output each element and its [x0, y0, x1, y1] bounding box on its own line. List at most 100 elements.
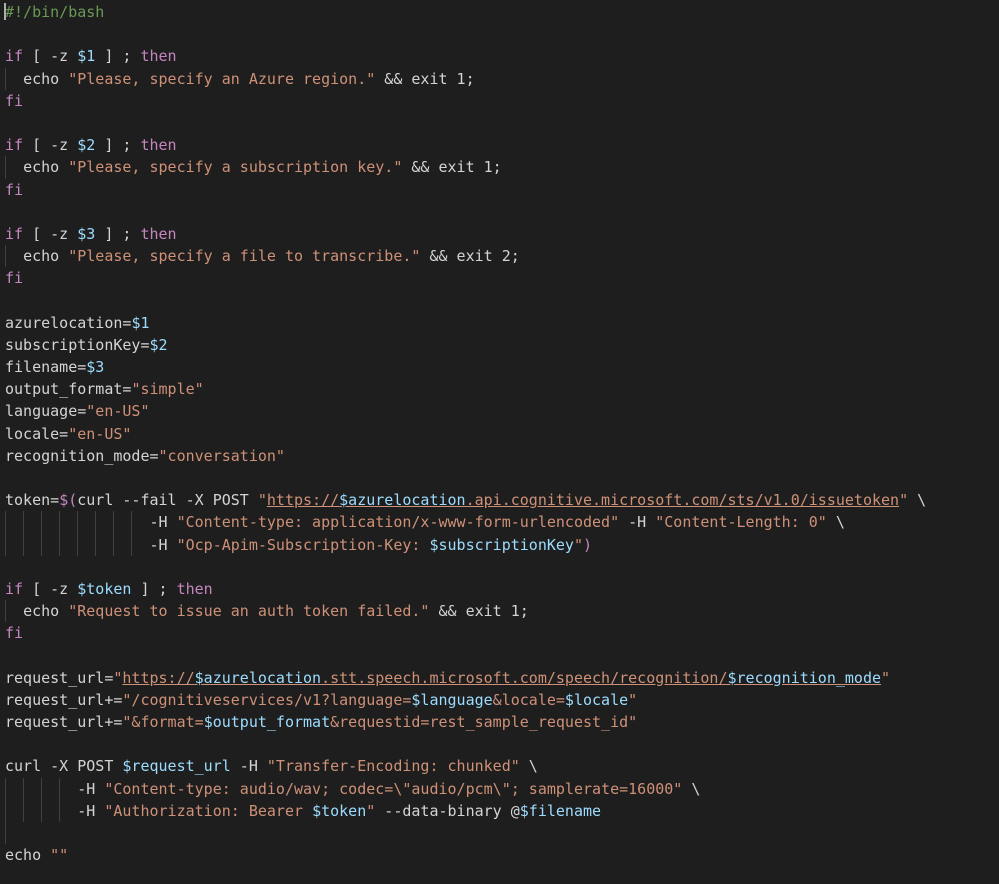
code-token: request_url+=: [5, 713, 123, 731]
code-line[interactable]: ​: [0, 821, 999, 845]
code-line[interactable]: ​: [0, 112, 999, 134]
code-token: "/cognitiveservices/v1?language=: [122, 690, 412, 709]
code-line[interactable]: locale="en-US": [0, 423, 999, 445]
code-token: [ -z: [23, 579, 78, 598]
code-token: [ -z: [23, 47, 78, 66]
indent-guide: [41, 799, 43, 822]
code-token: fi: [5, 91, 24, 110]
code-token: ;: [519, 602, 529, 621]
code-line[interactable]: fi: [0, 90, 999, 112]
code-line[interactable]: fi: [0, 267, 999, 289]
code-token: ] ;: [95, 47, 141, 66]
code-token: -H: [230, 757, 267, 776]
code-token: && exit: [375, 69, 457, 88]
code-token: request_url+=: [5, 690, 123, 709]
code-line[interactable]: request_url+="&format=$output_format&req…: [0, 711, 999, 733]
code-line[interactable]: -H "Ocp-Apim-Subscription-Key: $subscrip…: [0, 533, 999, 556]
code-line[interactable]: ​: [0, 733, 999, 755]
code-line[interactable]: fi: [0, 622, 999, 644]
code-line[interactable]: if [ -z $2 ] ; then: [0, 134, 999, 156]
code-line[interactable]: subscriptionKey=$2: [0, 334, 999, 356]
code-line[interactable]: echo "Please, specify a subscription key…: [0, 156, 999, 179]
code-token: $azurelocation: [339, 491, 466, 510]
code-line[interactable]: azurelocation=$1: [0, 312, 999, 334]
indent-guide: [41, 511, 43, 534]
code-token: -H: [5, 513, 177, 532]
code-token: && exit: [402, 158, 484, 177]
code-line[interactable]: language="en-US": [0, 400, 999, 422]
code-token: "Request to issue an auth token failed.": [68, 602, 430, 621]
code-line[interactable]: -H "Content-type: application/x-www-form…: [0, 511, 999, 534]
code-token: 1: [510, 602, 520, 621]
code-line[interactable]: echo "Please, specify an Azure region." …: [0, 67, 999, 90]
indent-guide: [5, 156, 6, 179]
code-line[interactable]: filename=$3: [0, 356, 999, 378]
code-token: language=: [5, 402, 87, 421]
code-token: then: [140, 224, 177, 243]
indent-guide: [95, 533, 97, 556]
code-line[interactable]: ​: [0, 644, 999, 666]
code-line[interactable]: fi: [0, 179, 999, 201]
code-token: $locale: [564, 690, 629, 709]
code-line[interactable]: if [ -z $1 ] ; then: [0, 45, 999, 67]
code-line[interactable]: if [ -z $token ] ; then: [0, 578, 999, 600]
code-token: -H: [5, 535, 177, 554]
indent-guide: [77, 511, 79, 534]
indent-guide: [5, 67, 6, 90]
code-line[interactable]: curl -X POST $request_url -H "Transfer-E…: [0, 755, 999, 777]
code-line[interactable]: recognition_mode="conversation": [0, 445, 999, 467]
code-line[interactable]: if [ -z $3 ] ; then: [0, 223, 999, 245]
code-line[interactable]: #!/bin/bash: [0, 1, 999, 23]
code-token: if: [5, 136, 24, 155]
code-body[interactable]: #!/bin/bash​if [ -z $1 ] ; then echo "Pl…: [0, 1, 999, 866]
code-token: locale=: [5, 424, 69, 443]
code-token: filename=: [5, 358, 87, 376]
code-token: curl --fail -X POST: [77, 491, 258, 510]
code-token: output_format=: [5, 380, 132, 399]
code-line[interactable]: output_format="simple": [0, 378, 999, 400]
code-token: "Content-type: application/x-www-form-ur…: [176, 513, 620, 532]
indent-guide: [23, 511, 25, 534]
code-token: [ -z: [23, 136, 78, 155]
code-token: https://: [266, 491, 340, 510]
code-line[interactable]: token=$(curl --fail -X POST "https://$az…: [0, 489, 999, 511]
text-cursor: [4, 3, 6, 20]
code-token: && exit: [429, 602, 511, 621]
code-token: #!/bin/bash: [5, 3, 105, 21]
code-token: ] ;: [95, 224, 141, 243]
code-token: $token: [312, 801, 367, 820]
code-editor[interactable]: #!/bin/bash​if [ -z $1 ] ; then echo "Pl…: [0, 0, 999, 884]
code-line[interactable]: echo "Please, specify a file to transcri…: [0, 245, 999, 268]
code-token: "Please, specify a file to transcribe.": [68, 247, 421, 266]
code-token: "": [50, 846, 69, 865]
indent-guide: [41, 777, 43, 800]
code-line[interactable]: -H "Content-type: audio/wav; codec=\"aud…: [0, 777, 999, 800]
code-token: "conversation": [158, 446, 285, 465]
code-token: $(: [59, 491, 78, 510]
code-token: ] ;: [131, 579, 177, 598]
code-line[interactable]: ​: [0, 201, 999, 223]
code-token: ): [583, 535, 593, 554]
code-line[interactable]: ​: [0, 556, 999, 578]
code-line[interactable]: ​: [0, 467, 999, 489]
indent-guide: [131, 533, 133, 556]
code-token: fi: [5, 180, 24, 199]
code-line[interactable]: request_url+="/cognitiveservices/v1?lang…: [0, 689, 999, 711]
code-token: echo: [23, 602, 60, 621]
code-line[interactable]: -H "Authorization: Bearer $token" --data…: [0, 799, 999, 822]
code-line[interactable]: ​: [0, 23, 999, 45]
code-token: && exit: [420, 247, 502, 266]
code-token: if: [5, 224, 24, 243]
code-line[interactable]: echo "": [0, 844, 999, 866]
code-token: echo: [23, 247, 60, 266]
code-line[interactable]: ​: [0, 289, 999, 311]
code-token: $subscriptionKey: [429, 535, 574, 554]
code-line[interactable]: echo "Request to issue an auth token fai…: [0, 600, 999, 623]
code-line[interactable]: request_url= " https://$azurelocation.stt.…: [0, 667, 999, 689]
code-token: "Ocp-Apim-Subscription-Key:: [176, 535, 430, 554]
code-token: if: [5, 579, 24, 598]
code-token: \: [826, 513, 845, 532]
